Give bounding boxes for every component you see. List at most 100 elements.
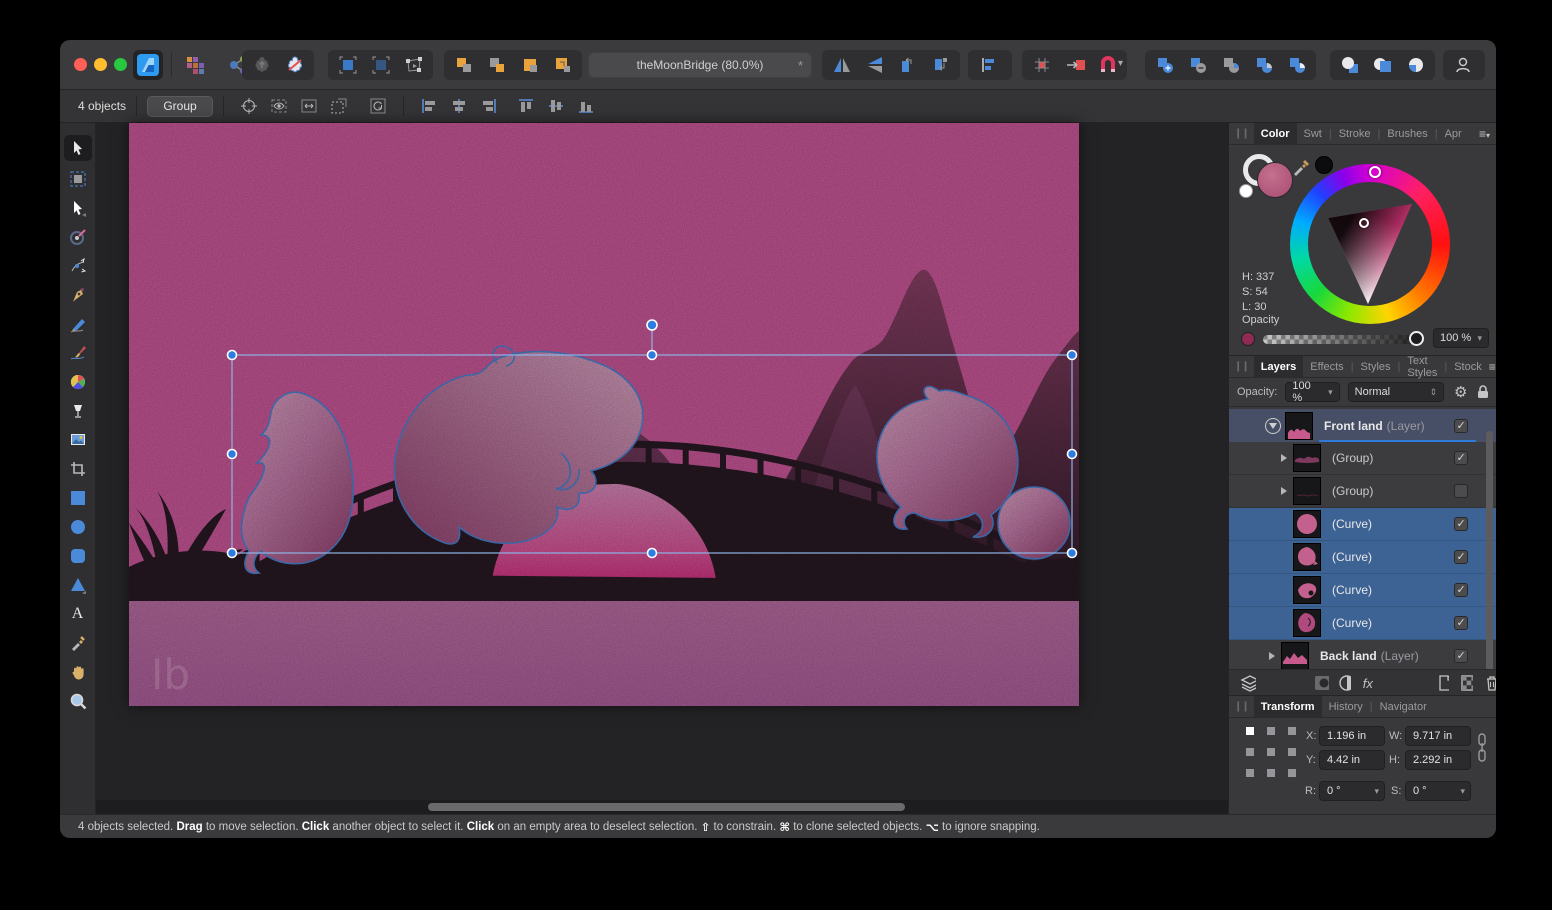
w-input[interactable]: 9.717 in (1405, 726, 1471, 746)
collapse-triangle-icon[interactable] (1265, 418, 1281, 434)
layer-effects-button[interactable]: fx (1363, 676, 1373, 691)
no-fill-chip[interactable] (1239, 184, 1253, 198)
tab-stock[interactable]: Stock (1447, 356, 1489, 378)
move-tool[interactable] (64, 135, 92, 161)
expand-triangle-icon[interactable] (1269, 652, 1275, 660)
ellipse-tool[interactable] (64, 516, 92, 538)
rotate-ccw-button[interactable] (891, 52, 924, 78)
panel-drag-handle[interactable]: ❙❙ (1234, 128, 1249, 139)
y-input[interactable]: 4.42 in (1319, 750, 1385, 770)
tab-swatches[interactable]: Swt (1297, 123, 1329, 145)
layer-row-curve-3[interactable]: (Curve) (1229, 574, 1496, 607)
layer-visibility-checkbox[interactable] (1454, 649, 1468, 663)
adjustment-layer-icon[interactable] (1339, 675, 1351, 691)
pixel-persona-button[interactable] (178, 52, 211, 78)
align-right-button[interactable] (475, 94, 503, 118)
color-picker-tool[interactable] (64, 632, 92, 654)
move-back-button[interactable] (1399, 52, 1432, 78)
insert-on-top-button[interactable] (480, 52, 513, 78)
view-tool[interactable] (64, 661, 92, 683)
rectangle-tool[interactable] (64, 487, 92, 509)
tab-effects[interactable]: Effects (1303, 356, 1350, 378)
shear-dropdown[interactable]: 0 °▾ (1405, 781, 1471, 801)
boolean-add-button[interactable] (1148, 52, 1181, 78)
align-center-button[interactable] (445, 94, 473, 118)
tab-appearance[interactable]: Apr (1438, 123, 1469, 145)
color-triangle[interactable] (1290, 164, 1450, 324)
hue-ring-marker[interactable] (1369, 166, 1381, 178)
zoom-window-button[interactable] (114, 58, 127, 71)
flip-horizontal-button[interactable] (825, 52, 858, 78)
node-tool[interactable] (64, 197, 92, 219)
move-forward-button[interactable] (1366, 52, 1399, 78)
designer-persona-button[interactable] (133, 50, 163, 80)
link-dimensions-icon[interactable] (1477, 732, 1487, 764)
align-top-button[interactable] (512, 94, 540, 118)
panel-drag-handle[interactable]: ❙❙ (1234, 701, 1249, 712)
flip-vertical-button[interactable] (858, 52, 891, 78)
text-tool[interactable]: A (64, 603, 92, 625)
delete-layer-trash-icon[interactable] (1485, 675, 1496, 691)
align-left-button[interactable] (415, 94, 443, 118)
cycle-selection-box-button[interactable] (265, 94, 293, 118)
marquee-dots-button[interactable] (331, 52, 364, 78)
layer-row-curve-2[interactable]: (Curve) (1229, 541, 1496, 574)
triangle-marker[interactable] (1359, 218, 1369, 228)
expand-triangle-icon[interactable] (1281, 454, 1287, 462)
layer-opacity-dropdown[interactable]: 100 %▾ (1285, 382, 1339, 402)
layer-visibility-checkbox[interactable] (1454, 484, 1468, 498)
pencil-tool[interactable] (64, 313, 92, 335)
h-input[interactable]: 2.292 in (1405, 750, 1471, 770)
new-pixel-layer-icon[interactable] (1461, 675, 1473, 691)
tab-navigator[interactable]: Navigator (1373, 696, 1434, 718)
layer-row-front-land[interactable]: Front land (Layer) (1229, 409, 1496, 442)
triangle-tool[interactable] (64, 574, 92, 596)
rotation-dropdown[interactable]: 0 °▾ (1319, 781, 1385, 801)
tab-history[interactable]: History (1322, 696, 1370, 718)
layer-visibility-checkbox[interactable] (1454, 517, 1468, 531)
tab-layers[interactable]: Layers (1254, 356, 1303, 378)
place-image-tool[interactable] (64, 429, 92, 451)
tab-styles[interactable]: Styles (1354, 356, 1398, 378)
artboard-tool[interactable] (64, 168, 92, 190)
opacity-value-dropdown[interactable]: 100 %▾ (1433, 328, 1489, 348)
group-button[interactable]: Group (147, 96, 213, 117)
fill-swatch[interactable] (1257, 162, 1293, 198)
canvas-horizontal-scrollbar[interactable] (428, 803, 905, 811)
snapping-options-caret[interactable]: ▾ (1118, 58, 1123, 69)
pen-tool[interactable] (64, 284, 92, 306)
align-middle-button[interactable] (542, 94, 570, 118)
marquee-dots-soft-button[interactable] (364, 52, 397, 78)
tab-stroke[interactable]: Stroke (1332, 123, 1378, 145)
replace-selection-button[interactable] (546, 52, 579, 78)
document-canvas[interactable]: Ib (129, 123, 1079, 706)
insert-inside-button[interactable] (513, 52, 546, 78)
layers-scrollbar[interactable] (1486, 431, 1493, 671)
anchor-point-selector[interactable] (1246, 727, 1296, 777)
insert-behind-button[interactable] (447, 52, 480, 78)
transform-mode-button[interactable] (397, 52, 430, 78)
blend-mode-dropdown[interactable]: Normal⇕ (1348, 382, 1444, 402)
enable-rotation-button[interactable] (364, 94, 392, 118)
panel-menu-icon[interactable]: ≡▾ (1489, 360, 1496, 374)
vector-brush-tool[interactable] (64, 342, 92, 364)
layer-row-curve-4[interactable]: (Curve) (1229, 607, 1496, 640)
rotate-cw-button[interactable] (924, 52, 957, 78)
zoom-tool[interactable] (64, 690, 92, 712)
point-transform-tool[interactable] (64, 226, 92, 248)
transform-origin-button[interactable] (235, 94, 263, 118)
layer-row-group-2[interactable]: (Group) (1229, 475, 1496, 508)
opacity-slider-knob[interactable] (1409, 331, 1424, 346)
tab-transform[interactable]: Transform (1254, 696, 1322, 718)
layer-visibility-checkbox[interactable] (1454, 451, 1468, 465)
rounded-rectangle-tool[interactable] (64, 545, 92, 567)
mirror-selection-button[interactable] (295, 94, 323, 118)
expand-triangle-icon[interactable] (1281, 487, 1287, 495)
layer-row-group-1[interactable]: (Group) (1229, 442, 1496, 475)
tab-text-styles[interactable]: Text Styles (1400, 356, 1444, 378)
align-bottom-button[interactable] (572, 94, 600, 118)
minimize-window-button[interactable] (94, 58, 107, 71)
x-input[interactable]: 1.196 in (1319, 726, 1385, 746)
account-button[interactable] (1446, 52, 1479, 78)
boolean-divide-button[interactable] (1247, 52, 1280, 78)
